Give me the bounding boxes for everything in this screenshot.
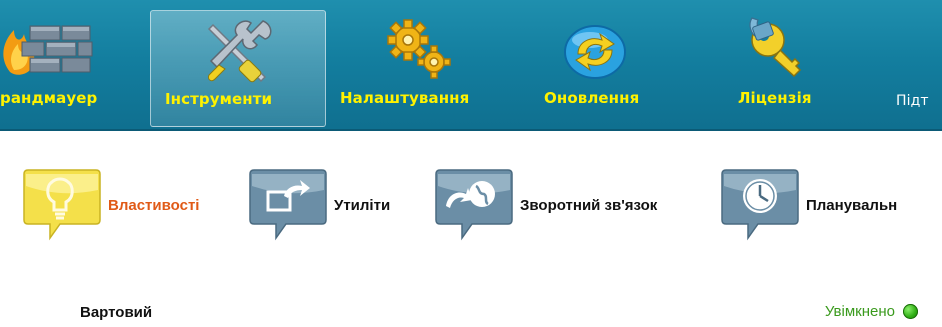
toolbar-label-support: Підт [896,93,929,109]
toolbar-label-update: Оновлення [544,89,640,107]
key-icon [749,17,802,78]
toolbar-label-license: Ліцензія [738,89,812,107]
toolbar-item-license[interactable]: Ліцензія [700,0,850,131]
subtab-properties[interactable]: Властивості [20,168,199,243]
toolbar-item-update[interactable]: Оновлення [530,0,670,131]
firewall-icon [3,25,93,75]
toolbar-label-firewall: рандмауер [0,89,98,107]
sentinel-status-text: Увімкнено [824,303,895,320]
subtab-utilities[interactable]: Утиліти [246,168,390,243]
toolbar-item-firewall[interactable]: рандмауер [0,0,140,131]
main-toolbar: рандмауер Інструменти Налаштування Оновл… [0,0,942,131]
toolbar-label-settings: Налаштування [340,89,470,107]
subtab-label-properties: Властивості [108,197,200,214]
export-icon [249,169,327,241]
sentinel-label: Вартовий [80,304,153,321]
tools-icon [207,20,272,83]
refresh-icon [564,25,626,79]
subtab-label-scheduler: Планувальн [806,197,898,214]
toolbar-item-support[interactable]: Підт [890,0,942,131]
subtab-feedback[interactable]: Зворотний зв'язок [432,168,657,243]
subtab-label-feedback: Зворотний зв'язок [520,197,658,214]
lightbulb-icon [23,169,101,241]
sentinel-status-toggle[interactable]: Увімкнено [825,303,918,320]
gears-icon [387,19,451,79]
subtab-scheduler[interactable]: Планувальн [718,168,897,243]
feedback-globe-icon [435,169,513,241]
toolbar-item-settings[interactable]: Налаштування [338,0,508,131]
status-indicator-icon [903,304,918,319]
clock-icon [721,169,799,241]
subtab-label-utilities: Утиліти [334,197,391,214]
toolbar-item-tools[interactable]: Інструменти [150,10,326,127]
toolbar-label-tools: Інструменти [165,90,273,108]
